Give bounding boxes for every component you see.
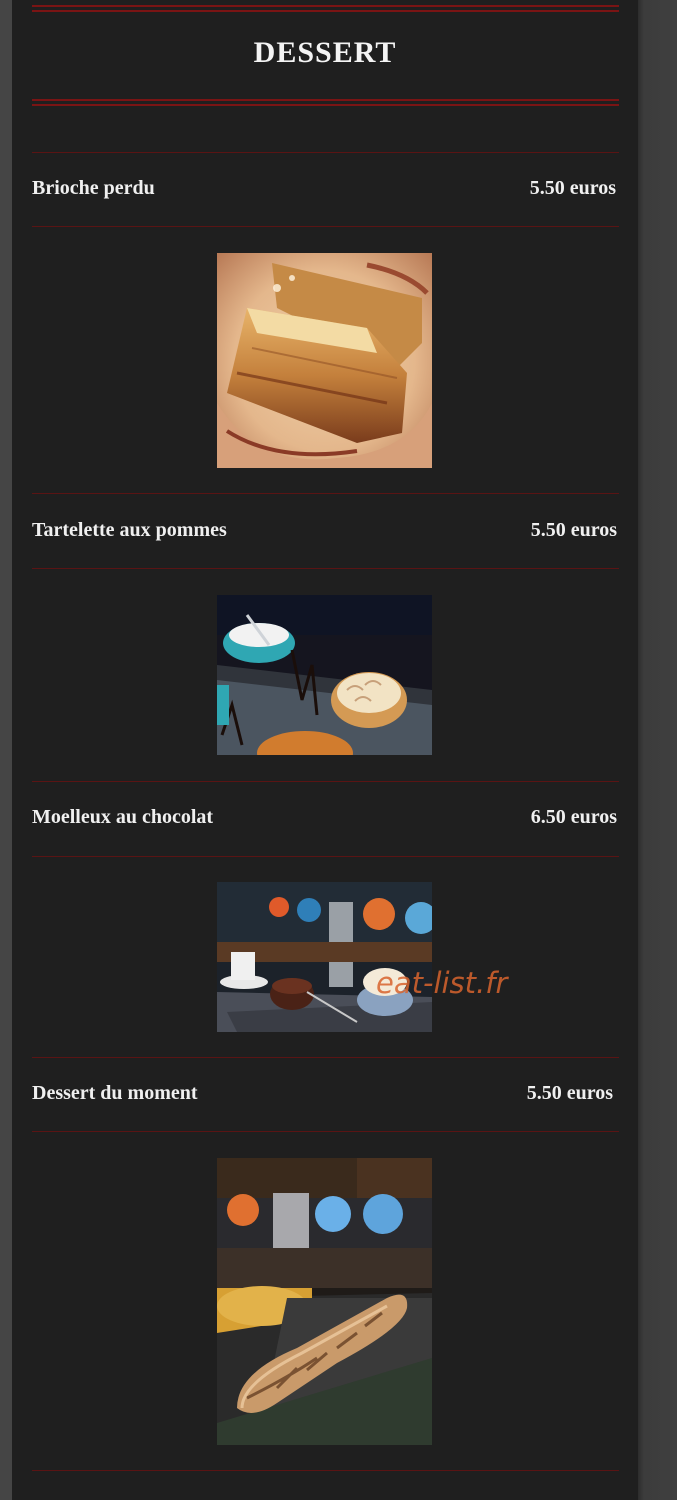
dessert-moment-photo — [217, 1158, 432, 1445]
title-underline-rule — [32, 99, 619, 106]
item-divider — [32, 493, 619, 494]
item-name: Brioche perdu — [32, 177, 155, 199]
brioche-photo — [217, 253, 432, 468]
item-divider — [32, 781, 619, 782]
item-divider — [32, 1131, 619, 1132]
section-title: DESSERT — [253, 36, 397, 69]
item-divider — [32, 568, 619, 569]
menu-panel: DESSERT Brioche perdu 5.50 euros Tartele… — [12, 0, 638, 1500]
left-gutter — [0, 0, 12, 1500]
eat-list-watermark: eat-list.fr — [376, 966, 508, 1000]
item-name: Moelleux au chocolat — [32, 806, 214, 828]
item-divider — [32, 856, 619, 857]
item-divider — [32, 1057, 619, 1058]
item-name: Tartelette aux pommes — [32, 519, 227, 541]
top-rule — [32, 5, 619, 12]
tartelette-photo — [217, 595, 432, 755]
item-divider — [32, 1470, 619, 1471]
item-price: 5.50 euros — [530, 519, 617, 541]
item-price: 5.50 euros — [529, 177, 616, 199]
item-divider — [32, 226, 619, 227]
item-price: 5.50 euros — [526, 1082, 613, 1104]
page-scrollbar-area[interactable] — [638, 0, 677, 1500]
item-price: 6.50 euros — [530, 806, 617, 828]
moelleux-photo — [217, 882, 432, 1032]
item-divider — [32, 152, 619, 153]
item-name: Dessert du moment — [32, 1082, 198, 1104]
